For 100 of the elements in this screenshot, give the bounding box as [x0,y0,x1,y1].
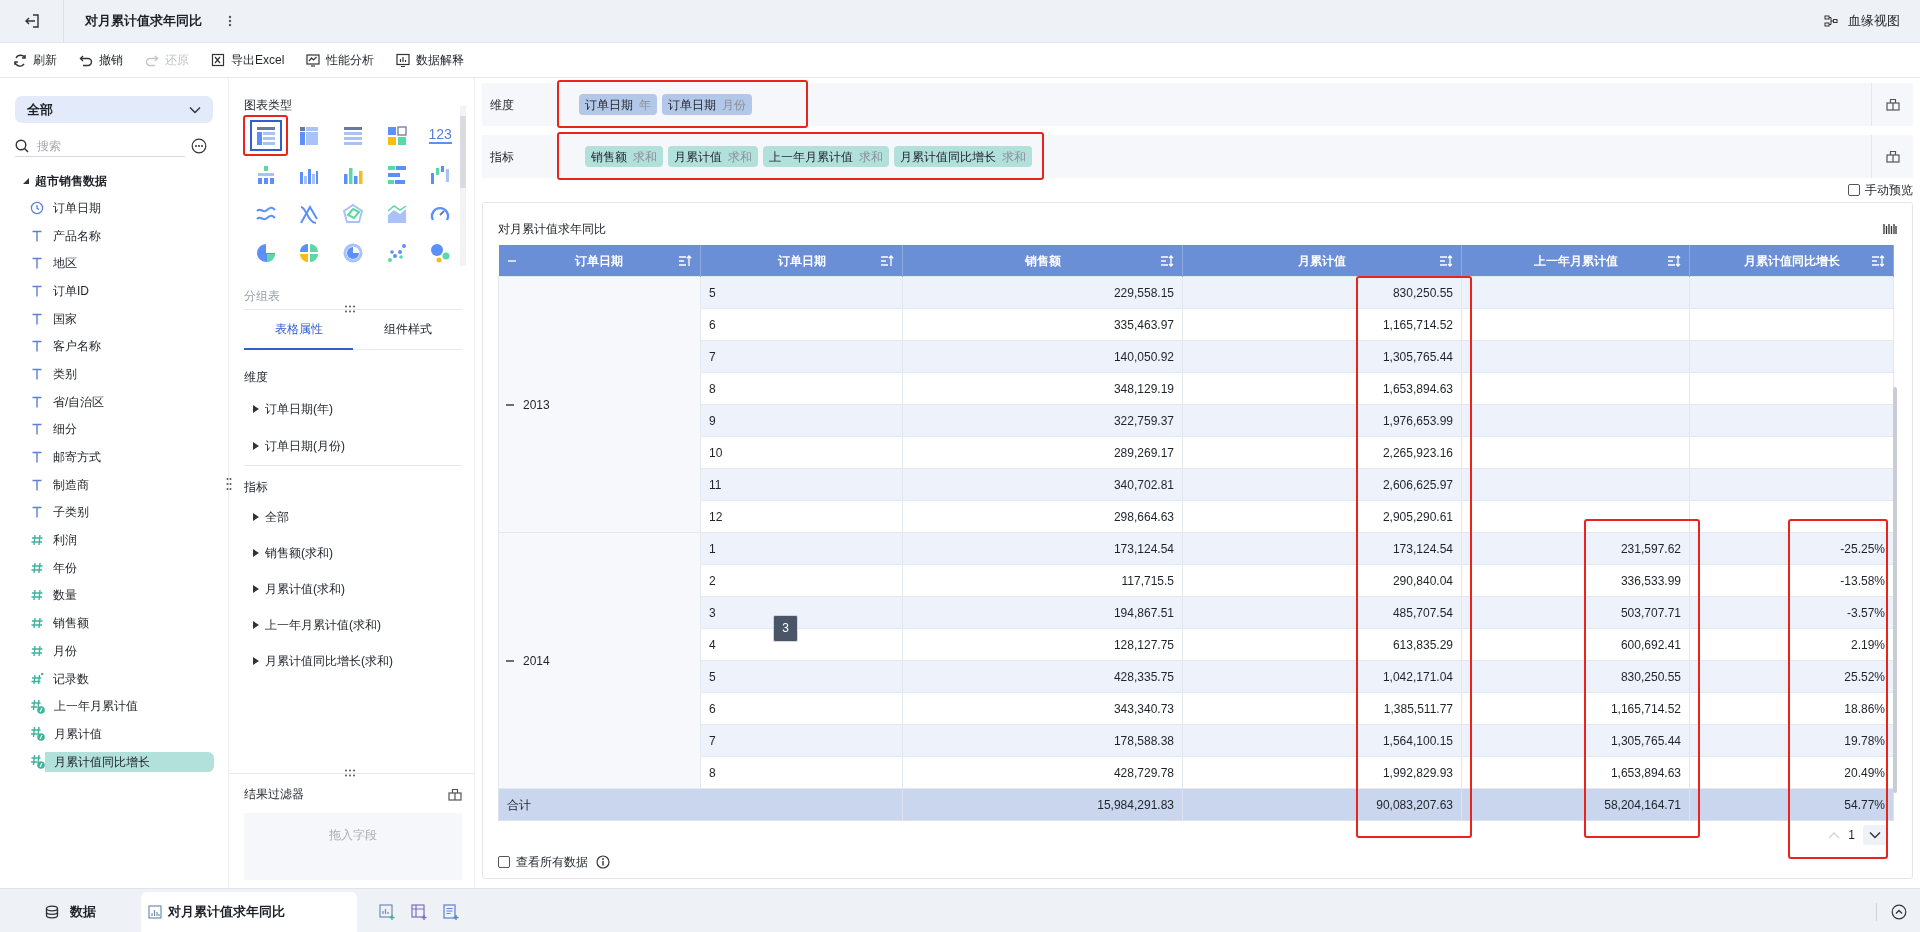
property-tab[interactable]: 表格属性 [244,310,353,350]
dataset-name: 超市销售数据 [35,173,107,190]
field-item[interactable]: 月累计值同比增长 [45,751,214,772]
shelf-settings-icon[interactable] [1885,150,1900,163]
property-item[interactable]: 月累计值(求和) [265,580,345,598]
table-cell: 1,042,171.04 [1182,660,1462,693]
text-type-icon [30,256,44,271]
dataset-node[interactable]: 超市销售数据 [15,169,213,193]
text-type-icon [30,283,44,298]
sort-icon[interactable] [1871,254,1885,267]
sort-icon[interactable] [1439,254,1453,267]
toolbar-button[interactable]: 数据解释 [396,51,465,69]
field-item[interactable]: 客户名称 [53,336,213,357]
checkbox-label: 查看所有数据 [516,853,588,871]
field-item[interactable]: 产品名称 [53,225,213,246]
field-item[interactable]: 利润 [53,530,213,551]
page-down-button[interactable] [1863,824,1887,845]
add-table-icon[interactable] [411,903,427,921]
add-report-icon[interactable] [443,903,459,921]
section-title: 结果过滤器 [244,786,304,803]
refresh-icon [13,53,27,67]
shelf-settings-icon[interactable] [1885,98,1900,111]
add-chart-icon[interactable] [379,903,395,921]
sheet-tab[interactable]: 对月累计值求年同比 [141,892,357,932]
field-item[interactable]: 子类别 [53,502,213,523]
detail-table-icon [342,124,364,147]
field-pill[interactable]: 销售额 求和 [585,146,663,167]
field-pill[interactable]: 订单日期 月份 [662,94,752,115]
filter-settings-icon[interactable] [448,787,462,801]
field-pill[interactable]: 月累计值 求和 [668,146,758,167]
table-cell: 117,715.5 [902,564,1183,597]
resize-handle-icon[interactable] [226,477,232,491]
property-item[interactable]: 全部 [265,508,289,526]
table-cell: 8 [700,372,903,405]
field-item[interactable]: 月累计值 [54,723,213,744]
hash-icon [30,560,44,575]
sort-ascending-icon[interactable] [880,254,894,267]
field-item[interactable]: 制造商 [53,474,213,495]
chart-type-button[interactable] [249,120,282,151]
text-type-icon [30,450,44,465]
property-item[interactable]: 月累计值同比增长(求和) [265,652,393,670]
drop-hint: 拖入字段 [329,827,377,842]
sort-icon[interactable] [1667,254,1681,267]
toolbar-button[interactable]: 导出Excel [211,51,285,69]
chart-type-button[interactable]: 123 [424,120,457,151]
more-icon[interactable] [228,14,232,28]
sheet-tab[interactable]: 数据 [0,892,141,932]
property-tab[interactable]: 组件样式 [353,310,462,350]
toolbar-button[interactable]: 撤销 [79,51,123,69]
scope-dropdown[interactable]: 全部 [15,96,213,123]
field-item[interactable]: 上一年月累计值 [54,696,213,717]
table-cell: 1,165,714.52 [1182,308,1462,341]
checkbox[interactable] [1848,184,1860,196]
property-item[interactable]: 上一年月累计值(求和) [265,616,381,634]
field-item[interactable]: 国家 [53,308,213,329]
exit-icon [23,13,40,29]
lineage-button[interactable]: 血缘视图 [1824,11,1900,31]
toolbar-button[interactable]: 性能分析 [306,51,375,69]
field-pill[interactable]: 月累计值同比增长 求和 [894,146,1032,167]
resize-handle-icon[interactable] [344,769,356,777]
field-item[interactable]: 销售额 [53,613,213,634]
property-item[interactable]: 订单日期(年) [265,400,333,419]
field-item[interactable]: 类别 [53,363,213,384]
field-item[interactable]: 年份 [53,557,213,578]
pill-name: 销售额 [591,148,627,166]
table-cell: 90,083,207.63 [1182,788,1462,821]
table-cell: 7 [700,340,903,373]
sort-icon[interactable] [1160,254,1174,267]
hash-icon [30,533,44,548]
field-item[interactable]: 订单日期 [53,197,213,218]
field-item[interactable]: 数量 [53,585,213,606]
pill-aggregation: 求和 [728,148,752,166]
field-item[interactable]: 邮寄方式 [53,447,213,468]
search-field[interactable]: 搜索 [37,135,177,156]
scrollbar-thumb[interactable] [1893,386,1897,793]
field-item[interactable]: 细分 [53,419,213,440]
field-item[interactable]: 订单ID [53,280,213,301]
table-cell: 298,664.63 [902,500,1183,533]
property-item[interactable]: 销售额(求和) [265,544,333,562]
chart-settings-icon[interactable] [1883,222,1897,235]
toolbar-button[interactable]: 刷新 [13,51,57,69]
field-item[interactable]: 省/自治区 [53,391,213,412]
checkbox[interactable] [498,855,510,868]
info-icon[interactable] [596,854,610,869]
collapse-panel-icon[interactable] [1891,904,1907,920]
table-cell: 5 [700,276,903,309]
expand-triangle-icon [253,441,259,450]
field-item[interactable]: 地区 [53,253,213,274]
field-item[interactable]: 记录数 [53,668,213,689]
text-type-icon [30,394,44,409]
table-cell: 336,533.99 [1461,564,1690,597]
section-title: 维度 [244,369,269,382]
resize-handle-icon[interactable] [344,305,356,313]
field-pill[interactable]: 订单日期 年 [579,94,657,115]
field-pill[interactable]: 上一年月累计值 求和 [763,146,889,167]
sort-ascending-icon[interactable] [678,254,692,267]
property-item[interactable]: 订单日期(月份) [265,436,345,455]
more-options-icon[interactable] [191,138,207,154]
scrollbar-thumb[interactable] [460,116,466,188]
field-item[interactable]: 月份 [53,640,213,661]
